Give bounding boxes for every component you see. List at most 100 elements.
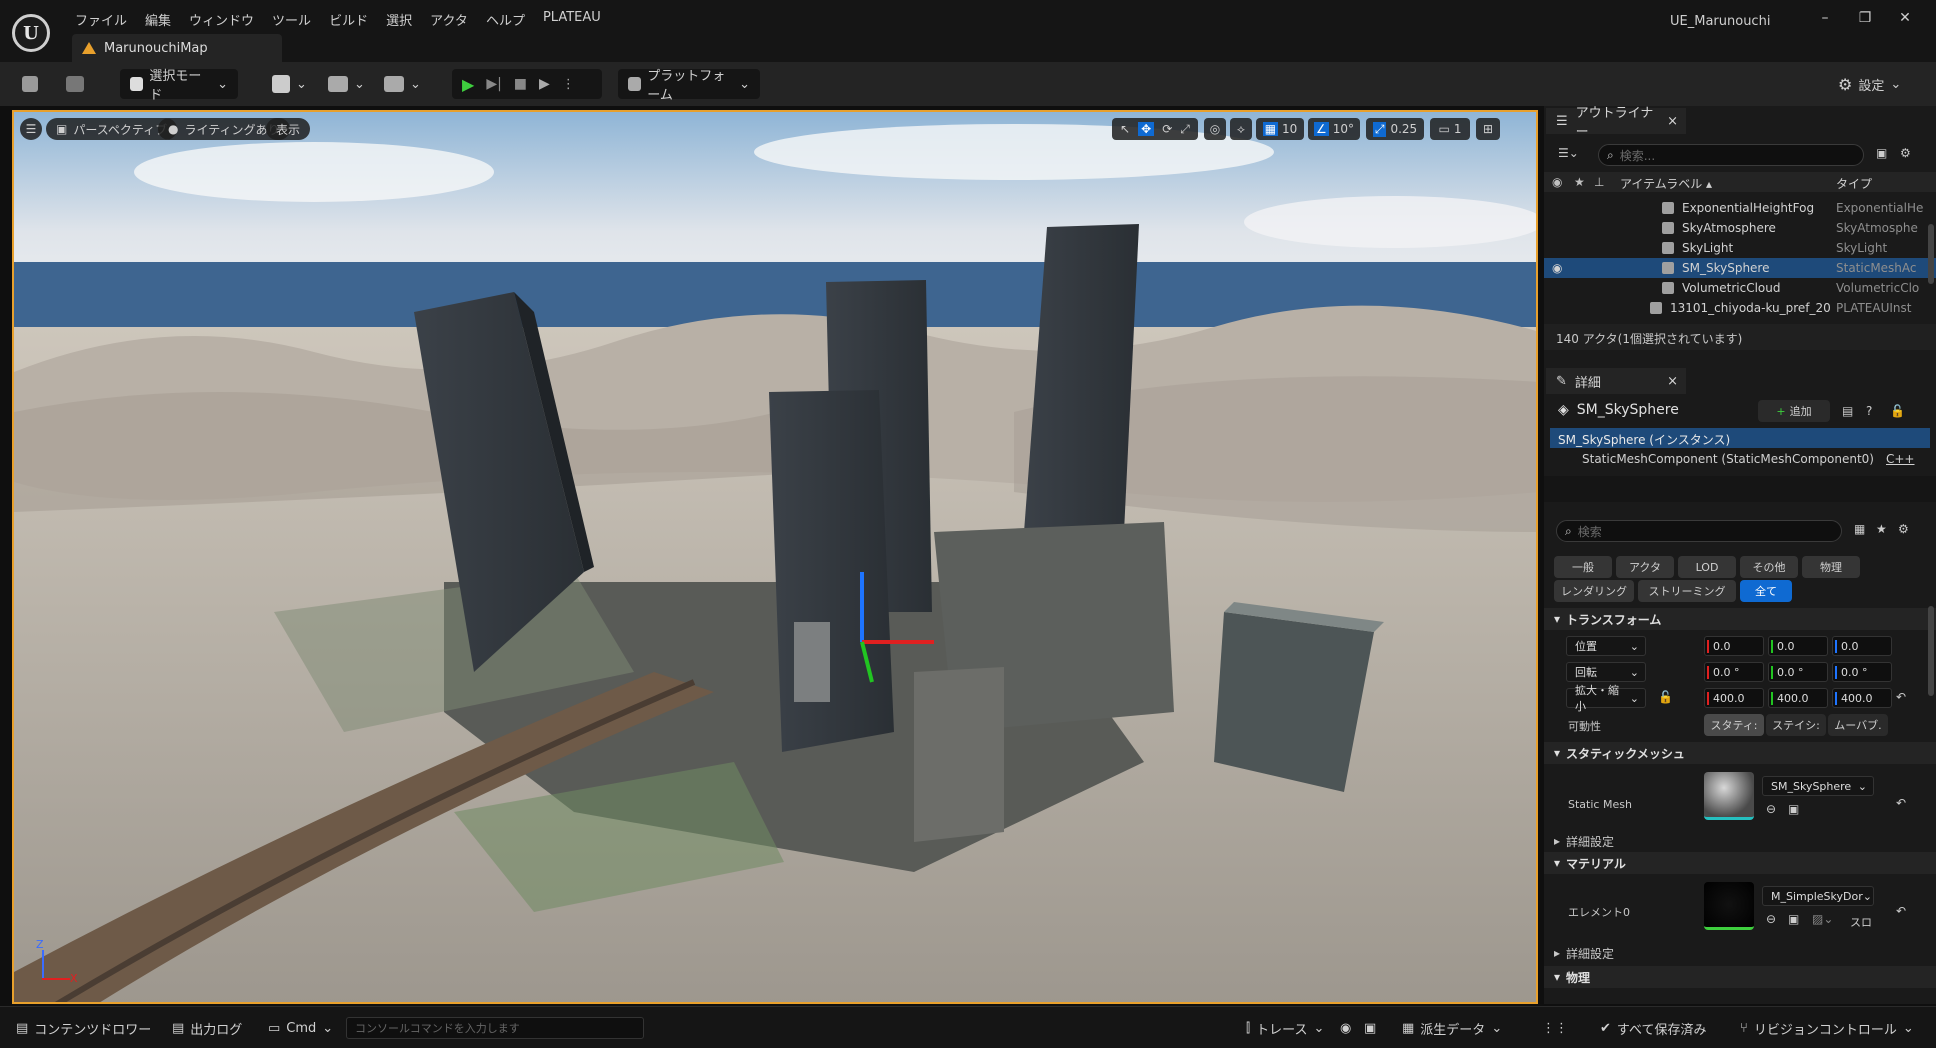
step-icon[interactable]: ▶| <box>486 76 501 92</box>
lock-icon[interactable]: 🔓 <box>1658 690 1673 704</box>
outliner-scrollbar[interactable] <box>1928 224 1934 284</box>
move-icon[interactable]: ✥ <box>1138 122 1155 136</box>
star-icon[interactable]: ★ <box>1876 522 1887 536</box>
rotation-x-field[interactable]: 0.0 ° <box>1704 662 1764 682</box>
derived-data-button[interactable]: ▦ 派生データ ⌄ <box>1402 1017 1502 1039</box>
transform-section-header[interactable]: ▾ トランスフォーム <box>1544 608 1936 630</box>
more-icon[interactable]: ⋮ <box>562 77 575 92</box>
cmd-dropdown[interactable]: ▭ Cmd ⌄ <box>268 1017 333 1039</box>
pin-icon[interactable]: ⊥ <box>1594 175 1604 189</box>
table-view-icon[interactable]: ▦ <box>1854 522 1865 536</box>
column-type-header[interactable]: タイプ <box>1836 175 1872 192</box>
scale-y-field[interactable]: 400.0 <box>1768 688 1828 708</box>
play-options-icon[interactable]: ▶ <box>539 76 550 92</box>
filter-icon[interactable]: ☰⌄ <box>1558 146 1579 160</box>
menu-select[interactable]: 選択 <box>377 6 421 33</box>
list-item[interactable]: ExponentialHeightFog ExponentialHe <box>1544 198 1936 218</box>
platform-dropdown[interactable]: プラットフォーム ⌄ <box>618 69 760 103</box>
stop-icon[interactable]: ■ <box>514 76 527 92</box>
world-space-button[interactable]: ◎ <box>1204 118 1226 140</box>
output-log-button[interactable]: ▤ 出力ログ <box>172 1017 242 1039</box>
unreal-logo[interactable]: U <box>12 14 50 52</box>
settings-button[interactable]: ⚙ 設定 ⌄ <box>1838 69 1901 99</box>
list-item[interactable]: VolumetricCloud VolumetricClo <box>1544 278 1936 298</box>
rotation-dropdown[interactable]: 回転 ⌄ <box>1566 662 1646 682</box>
location-y-field[interactable]: 0.0 <box>1768 636 1828 656</box>
star-icon[interactable]: ★ <box>1574 175 1585 189</box>
cinematics-button[interactable]: ⌄ <box>384 69 421 99</box>
reset-icon[interactable]: ↶ <box>1896 796 1906 810</box>
content-browse-button[interactable] <box>66 69 84 99</box>
scale-z-field[interactable]: 400.0 <box>1832 688 1892 708</box>
list-item[interactable]: 13101_chiyoda-ku_pref_20 PLATEAUInst <box>1544 298 1936 318</box>
save-all-button[interactable]: ✔ すべて保存済み <box>1600 1017 1706 1039</box>
camera-speed-button[interactable]: ▭ 1 <box>1430 118 1470 140</box>
instance-row[interactable]: SM_SkySphere (インスタンス) <box>1550 428 1930 448</box>
reset-icon[interactable]: ↶ <box>1896 904 1906 918</box>
layout-button[interactable]: ⊞ <box>1476 118 1500 140</box>
menu-edit[interactable]: 編集 <box>136 6 180 33</box>
filter-general[interactable]: 一般 <box>1554 556 1612 578</box>
record-icon[interactable]: ◉ <box>1340 1017 1351 1039</box>
scale-snap-button[interactable]: ⤢ 0.25 <box>1366 118 1424 140</box>
menu-plateau[interactable]: PLATEAU <box>534 6 610 33</box>
lock-icon[interactable]: 🔓 <box>1890 404 1905 418</box>
filter-actor[interactable]: アクタ <box>1616 556 1674 578</box>
trace-button[interactable]: ⫿ トレース ⌄ <box>1246 1017 1324 1039</box>
add-actor-button[interactable]: ⌄ <box>272 69 307 99</box>
material-options-icon[interactable]: ▨⌄ <box>1812 912 1833 926</box>
filter-streaming[interactable]: ストリーミング <box>1638 580 1736 602</box>
rotate-icon[interactable]: ⟳ <box>1162 122 1172 136</box>
material-thumbnail[interactable] <box>1704 882 1754 930</box>
advanced-section-header-2[interactable]: ▸ 詳細設定 <box>1544 942 1936 964</box>
outliner-tab[interactable]: ☰ アウトライナー × <box>1546 106 1686 140</box>
gear-icon[interactable]: ⚙ <box>1900 146 1911 160</box>
details-scrollbar[interactable] <box>1928 606 1934 696</box>
location-dropdown[interactable]: 位置 ⌄ <box>1566 636 1646 656</box>
details-tab[interactable]: ✎ 詳細 × <box>1546 368 1686 394</box>
console-input[interactable]: コンソールコマンドを入力します <box>346 1017 644 1039</box>
location-z-field[interactable]: 0.0 <box>1832 636 1892 656</box>
screenshot-icon[interactable]: ▣ <box>1364 1017 1376 1039</box>
filter-physics[interactable]: 物理 <box>1802 556 1860 578</box>
column-label-header[interactable]: アイテムラベル ▴ <box>1620 175 1712 192</box>
viewport-menu-button[interactable]: ☰ <box>20 118 42 140</box>
level-tab[interactable]: MarunouchiMap <box>72 34 282 62</box>
maximize-icon[interactable]: ❐ <box>1850 10 1880 30</box>
scale-dropdown[interactable]: 拡大・縮小 ⌄ <box>1566 684 1646 713</box>
rotation-y-field[interactable]: 0.0 ° <box>1768 662 1828 682</box>
outliner-search-input[interactable]: ⌕ 検索... <box>1598 144 1864 166</box>
find-icon[interactable]: ▣ <box>1788 802 1799 816</box>
close-icon[interactable]: × <box>1667 374 1678 389</box>
select-icon[interactable]: ↖ <box>1120 122 1130 136</box>
static-mesh-thumbnail[interactable] <box>1704 772 1754 820</box>
location-x-field[interactable]: 0.0 <box>1704 636 1764 656</box>
reset-icon[interactable]: ↶ <box>1896 690 1906 704</box>
select-mode-dropdown[interactable]: 選択モード ⌄ <box>120 69 238 103</box>
physics-section-header[interactable]: ▾ 物理 <box>1544 966 1936 988</box>
filter-other[interactable]: その他 <box>1740 556 1798 578</box>
details-search-input[interactable]: ⌕ 検索 <box>1556 520 1842 542</box>
list-item-selected[interactable]: ◉ SM_SkySphere StaticMeshAc <box>1544 258 1936 278</box>
materials-section-header[interactable]: ▾ マテリアル <box>1544 852 1936 874</box>
revision-control-button[interactable]: ⑂ リビジョンコントロール ⌄ <box>1740 1017 1914 1039</box>
grid-snap-button[interactable]: ▦ 10 <box>1256 118 1304 140</box>
play-icon[interactable]: ▶ <box>462 75 474 94</box>
menu-window[interactable]: ウィンドウ <box>180 6 263 33</box>
menu-build[interactable]: ビルド <box>320 6 377 33</box>
save-button[interactable] <box>22 69 38 99</box>
mobility-stationary[interactable]: ステイシ: <box>1766 714 1826 736</box>
menu-help[interactable]: ヘルプ <box>477 6 534 33</box>
eye-icon[interactable]: ◉ <box>1552 175 1562 189</box>
component-row[interactable]: StaticMeshComponent (StaticMeshComponent… <box>1582 452 1874 466</box>
gear-icon[interactable]: ⚙ <box>1898 522 1909 536</box>
source-control-icon[interactable]: ⋮⋮ <box>1542 1017 1568 1039</box>
menu-tools[interactable]: ツール <box>263 6 320 33</box>
surface-snap-button[interactable]: ⟡ <box>1230 118 1252 140</box>
menu-actor[interactable]: アクタ <box>421 6 477 33</box>
browse-icon[interactable]: ⊖ <box>1766 912 1776 926</box>
minimize-icon[interactable]: – <box>1810 10 1840 30</box>
content-drawer-button[interactable]: ▤ コンテンツドロワー <box>16 1017 151 1039</box>
browse-icon[interactable]: ⊖ <box>1766 802 1776 816</box>
close-icon[interactable]: × <box>1667 114 1678 129</box>
